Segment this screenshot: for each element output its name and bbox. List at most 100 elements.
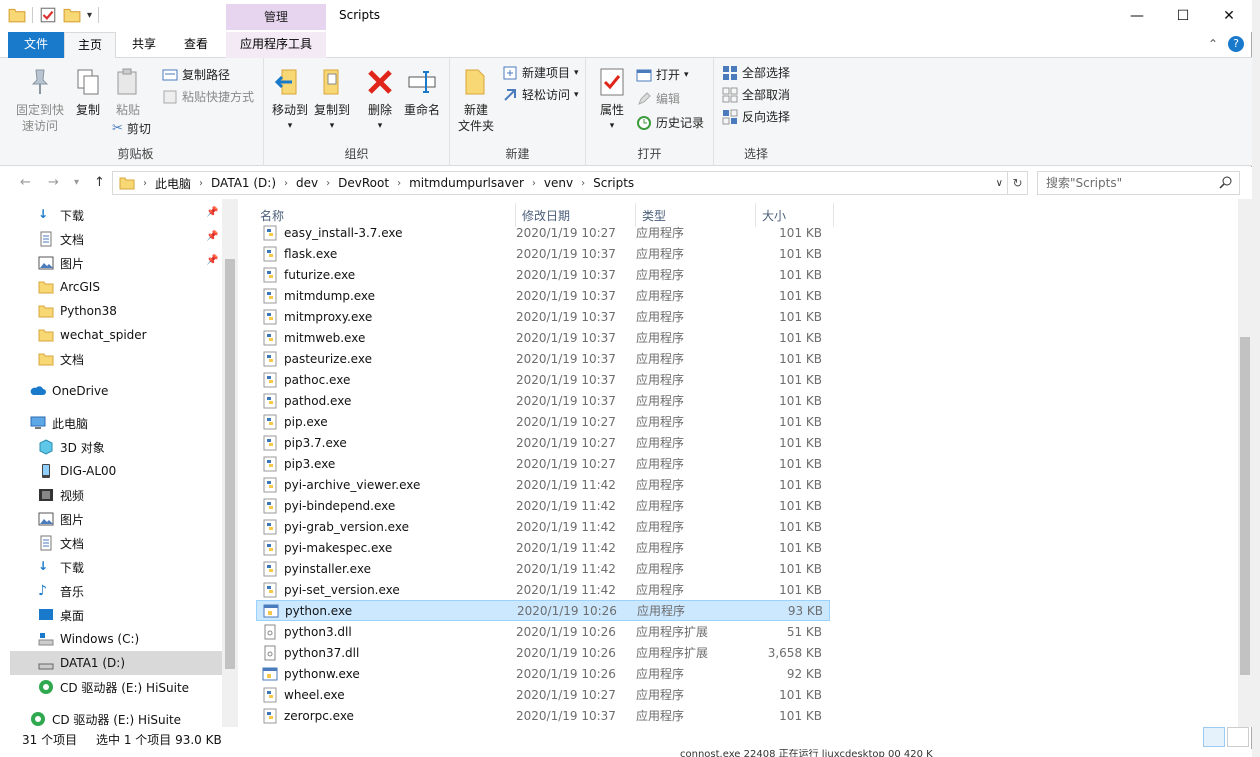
table-row[interactable]: pyi-set_version.exe 2020/1/19 11:42 应用程序 10…	[256, 579, 830, 600]
breadcrumb-5[interactable]: venv	[544, 176, 573, 190]
properties-button[interactable]: 属性 ▾	[594, 66, 630, 134]
tab-share[interactable]: 共享	[120, 32, 168, 58]
table-row[interactable]: pip3.exe 2020/1/19 10:27 应用程序 101 KB	[256, 453, 830, 474]
nav-item-wechat-spider[interactable]: wechat_spider	[38, 323, 238, 347]
list-scrollbar[interactable]	[1238, 199, 1252, 727]
refresh-button[interactable]: ↻	[1008, 171, 1028, 195]
maximize-button[interactable]: ☐	[1160, 0, 1206, 32]
table-row[interactable]: pip.exe 2020/1/19 10:27 应用程序 101 KB	[256, 411, 830, 432]
tab-file[interactable]: 文件	[8, 32, 64, 58]
close-button[interactable]: ✕	[1206, 0, 1252, 32]
table-row[interactable]: pyi-makespec.exe 2020/1/19 11:42 应用程序 101 K…	[256, 537, 830, 558]
history-button[interactable]: 历史记录	[636, 114, 704, 131]
large-icons-view-button[interactable]	[1227, 727, 1249, 747]
table-row[interactable]: wheel.exe 2020/1/19 10:27 应用程序 101 KB	[256, 684, 830, 705]
nav-item-cd-drive-root[interactable]: CD 驱动器 (E:) HiSuite	[30, 707, 238, 727]
tab-home[interactable]: 主页	[64, 32, 116, 59]
copy-to-button[interactable]: 复制到 ▾	[310, 66, 354, 134]
table-row[interactable]: python3.dll 2020/1/19 10:26 应用程序扩展 51 KB	[256, 621, 830, 642]
move-to-button[interactable]: 移动到 ▾	[268, 66, 312, 134]
nav-item-python38[interactable]: Python38	[38, 299, 238, 323]
easy-access-button[interactable]: 轻松访问 ▾	[502, 86, 579, 103]
breadcrumb-1[interactable]: DATA1 (D:)	[211, 176, 276, 190]
table-row[interactable]: pythonw.exe 2020/1/19 10:26 应用程序 92 KB	[256, 663, 830, 684]
tab-view[interactable]: 查看	[172, 32, 220, 58]
table-row[interactable]: pyi-bindepend.exe 2020/1/19 11:42 应用程序 101 …	[256, 495, 830, 516]
table-row[interactable]: python37.dll 2020/1/19 10:26 应用程序扩展 3,658 K…	[256, 642, 830, 663]
minimize-button[interactable]: —	[1114, 0, 1160, 32]
nav-item-downloads[interactable]: ↓ 下载	[38, 555, 238, 579]
table-row[interactable]: python.exe 2020/1/19 10:26 应用程序 93 KB	[256, 600, 830, 621]
nav-item-drive-c[interactable]: Windows (C:)	[38, 627, 238, 651]
nav-item-documents-quick[interactable]: 文档 📌	[38, 227, 238, 251]
table-row[interactable]: pathoc.exe 2020/1/19 10:37 应用程序 101 KB	[256, 369, 830, 390]
nav-item-documents-folder[interactable]: 文档	[38, 347, 238, 371]
breadcrumb-3[interactable]: DevRoot	[338, 176, 389, 190]
table-row[interactable]: pasteurize.exe 2020/1/19 10:37 应用程序 101 KB	[256, 348, 830, 369]
breadcrumb-6[interactable]: Scripts	[593, 176, 634, 190]
nav-item-videos[interactable]: 视频	[38, 483, 238, 507]
nav-scrollbar[interactable]	[222, 199, 238, 727]
address-bar[interactable]: › 此电脑 › DATA1 (D:) › dev › DevRoot › mit…	[112, 171, 1008, 195]
nav-item-pictures-quick[interactable]: 图片 📌	[38, 251, 238, 275]
nav-item-3d-objects[interactable]: 3D 对象	[38, 435, 238, 459]
paste-shortcut-button[interactable]: 粘贴快捷方式	[162, 88, 254, 105]
help-icon[interactable]: ?	[1228, 36, 1244, 52]
nav-item-onedrive[interactable]: OneDrive	[30, 379, 238, 403]
new-folder-icon[interactable]	[63, 6, 81, 24]
paste-button[interactable]: 粘贴	[110, 66, 146, 118]
properties-icon[interactable]	[39, 6, 57, 24]
edit-button[interactable]: 编辑	[636, 90, 680, 107]
nav-item-cd-drive[interactable]: CD 驱动器 (E:) HiSuite	[38, 675, 238, 699]
nav-item-this-pc[interactable]: 此电脑	[30, 411, 238, 435]
nav-item-arcgis[interactable]: ArcGIS	[38, 275, 238, 299]
breadcrumb-2[interactable]: dev	[296, 176, 318, 190]
table-row[interactable]: mitmweb.exe 2020/1/19 10:37 应用程序 101 KB	[256, 327, 830, 348]
nav-item-documents[interactable]: 文档	[38, 531, 238, 555]
qat-dropdown-icon[interactable]: ▾	[87, 10, 92, 21]
breadcrumb-0[interactable]: 此电脑	[155, 175, 191, 192]
table-row[interactable]: futurize.exe 2020/1/19 10:37 应用程序 101 KB	[256, 264, 830, 285]
table-row[interactable]: pyi-grab_version.exe 2020/1/19 11:42 应用程序 1…	[256, 516, 830, 537]
nav-item-music[interactable]: ♪ 音乐	[38, 579, 238, 603]
table-row[interactable]: pip3.7.exe 2020/1/19 10:27 应用程序 101 KB	[256, 432, 830, 453]
nav-item-pictures[interactable]: 图片	[38, 507, 238, 531]
table-row[interactable]: pathod.exe 2020/1/19 10:37 应用程序 101 KB	[256, 390, 830, 411]
select-none-button[interactable]: 全部取消	[722, 86, 790, 103]
tab-apptools[interactable]: 应用程序工具	[226, 32, 326, 58]
up-button[interactable]: ↑	[94, 175, 105, 190]
details-view-button[interactable]	[1203, 727, 1225, 747]
nav-item-downloads-quick[interactable]: ↓ 下载 📌	[38, 203, 238, 227]
recent-locations-icon[interactable]: ▾	[74, 177, 79, 188]
back-button[interactable]: ←	[20, 175, 31, 190]
new-folder-button[interactable]: 新建 文件夹	[454, 66, 498, 134]
folder-icon[interactable]	[8, 6, 26, 24]
new-item-button[interactable]: 新建项目 ▾	[502, 64, 579, 81]
nav-scrollbar-thumb[interactable]	[225, 259, 235, 669]
table-row[interactable]: flask.exe 2020/1/19 10:37 应用程序 101 KB	[256, 243, 830, 264]
cut-button[interactable]: ✂ 剪切	[112, 120, 151, 137]
breadcrumb-4[interactable]: mitmdumpurlsaver	[409, 176, 524, 190]
copy-path-button[interactable]: 复制路径	[162, 66, 230, 83]
table-row[interactable]: mitmproxy.exe 2020/1/19 10:37 应用程序 101 KB	[256, 306, 830, 327]
collapse-ribbon-icon[interactable]: ⌃	[1208, 37, 1218, 51]
invert-selection-button[interactable]: 反向选择	[722, 108, 790, 125]
open-button[interactable]: 打开 ▾	[636, 66, 689, 83]
table-row[interactable]: mitmdump.exe 2020/1/19 10:37 应用程序 101 KB	[256, 285, 830, 306]
list-scrollbar-thumb[interactable]	[1240, 337, 1250, 675]
address-dropdown-icon[interactable]: ∨	[996, 178, 1003, 189]
table-row[interactable]: pyi-archive_viewer.exe 2020/1/19 11:42 应用程…	[256, 474, 830, 495]
table-row[interactable]: easy_install-3.7.exe 2020/1/19 10:27 应用程序 1…	[256, 222, 830, 243]
table-row[interactable]: zerorpc.exe 2020/1/19 10:37 应用程序 101 KB	[256, 705, 830, 726]
search-input[interactable]: 搜索"Scripts"	[1037, 171, 1240, 195]
select-all-button[interactable]: 全部选择	[722, 64, 790, 81]
copy-button[interactable]: 复制	[70, 66, 106, 118]
forward-button[interactable]: →	[48, 175, 59, 190]
nav-item-drive-d[interactable]: DATA1 (D:)	[10, 651, 222, 675]
delete-button[interactable]: 删除 ▾	[362, 66, 398, 134]
nav-item-desktop[interactable]: 桌面	[38, 603, 238, 627]
table-row[interactable]: pyinstaller.exe 2020/1/19 11:42 应用程序 101 KB	[256, 558, 830, 579]
nav-item-phone[interactable]: DIG-AL00	[38, 459, 238, 483]
rename-button[interactable]: 重命名	[400, 66, 444, 118]
pin-quick-access-button[interactable]: 固定到快 速访问	[14, 66, 66, 134]
